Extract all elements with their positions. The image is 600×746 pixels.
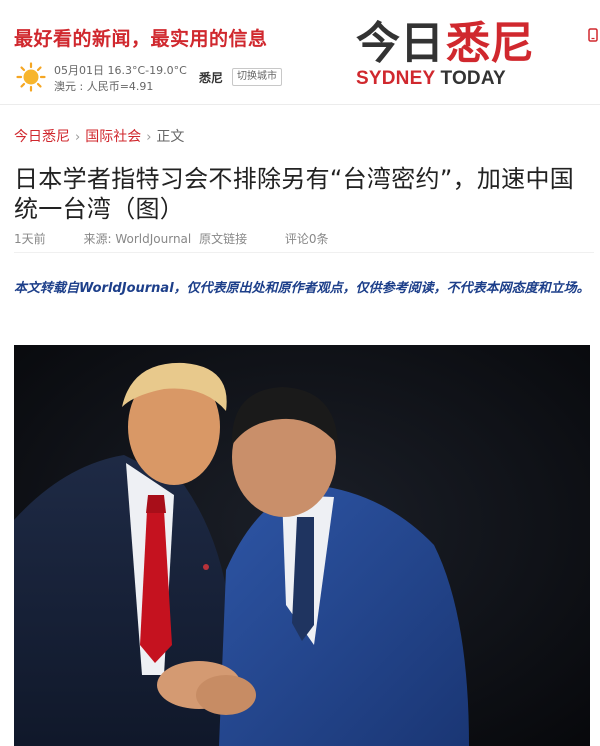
breadcrumb: 今日悉尼 › 国际社会 › 正文 (14, 126, 184, 146)
switch-city-button[interactable]: 切换城市 (232, 68, 282, 86)
article-meta: 1天前 来源: WorldJournal 原文链接 评论0条 (14, 230, 363, 247)
breadcrumb-home[interactable]: 今日悉尼 (14, 129, 70, 145)
weather-date-temp: 05月01日 16.3°C-19.0°C (54, 64, 187, 77)
chevron-right-icon: › (75, 130, 81, 145)
publish-time: 1天前 (14, 232, 46, 246)
chevron-right-icon: › (146, 130, 152, 145)
mobile-icon[interactable] (588, 28, 598, 42)
breadcrumb-category[interactable]: 国际社会 (85, 129, 141, 145)
logo-text-dark: 今日 (356, 18, 444, 66)
meta-divider (14, 252, 594, 253)
exchange-rate: 澳元 : 人民币=4.91 (54, 80, 154, 93)
breadcrumb-current: 正文 (156, 129, 185, 145)
logo-text-red: 悉尼 (446, 18, 534, 66)
repost-disclaimer: 本文转载自WorldJournal，仅代表原出处和原作者观点，仅供参考阅读，不代… (14, 281, 590, 296)
logo-english: SYDNEY TODAY (356, 68, 506, 90)
logo-en-today: TODAY (440, 68, 506, 89)
site-logo[interactable]: 今日 悉尼 (356, 16, 536, 66)
sun-icon (16, 62, 46, 92)
source-label: 来源: (83, 232, 112, 246)
current-city: 悉尼 (199, 71, 224, 85)
source-name: WorldJournal (115, 232, 192, 246)
comment-count[interactable]: 评论0条 (285, 232, 329, 246)
logo-en-sydney: SYDNEY (356, 68, 435, 89)
header-divider (0, 104, 600, 105)
site-slogan: 最好看的新闻，最实用的信息 (14, 28, 268, 50)
article-title: 日本学者指特习会不排除另有“台湾密约”，加速中国统一台湾（图） (14, 165, 575, 223)
source-link[interactable]: 原文链接 (199, 232, 247, 246)
article-photo (14, 345, 590, 746)
